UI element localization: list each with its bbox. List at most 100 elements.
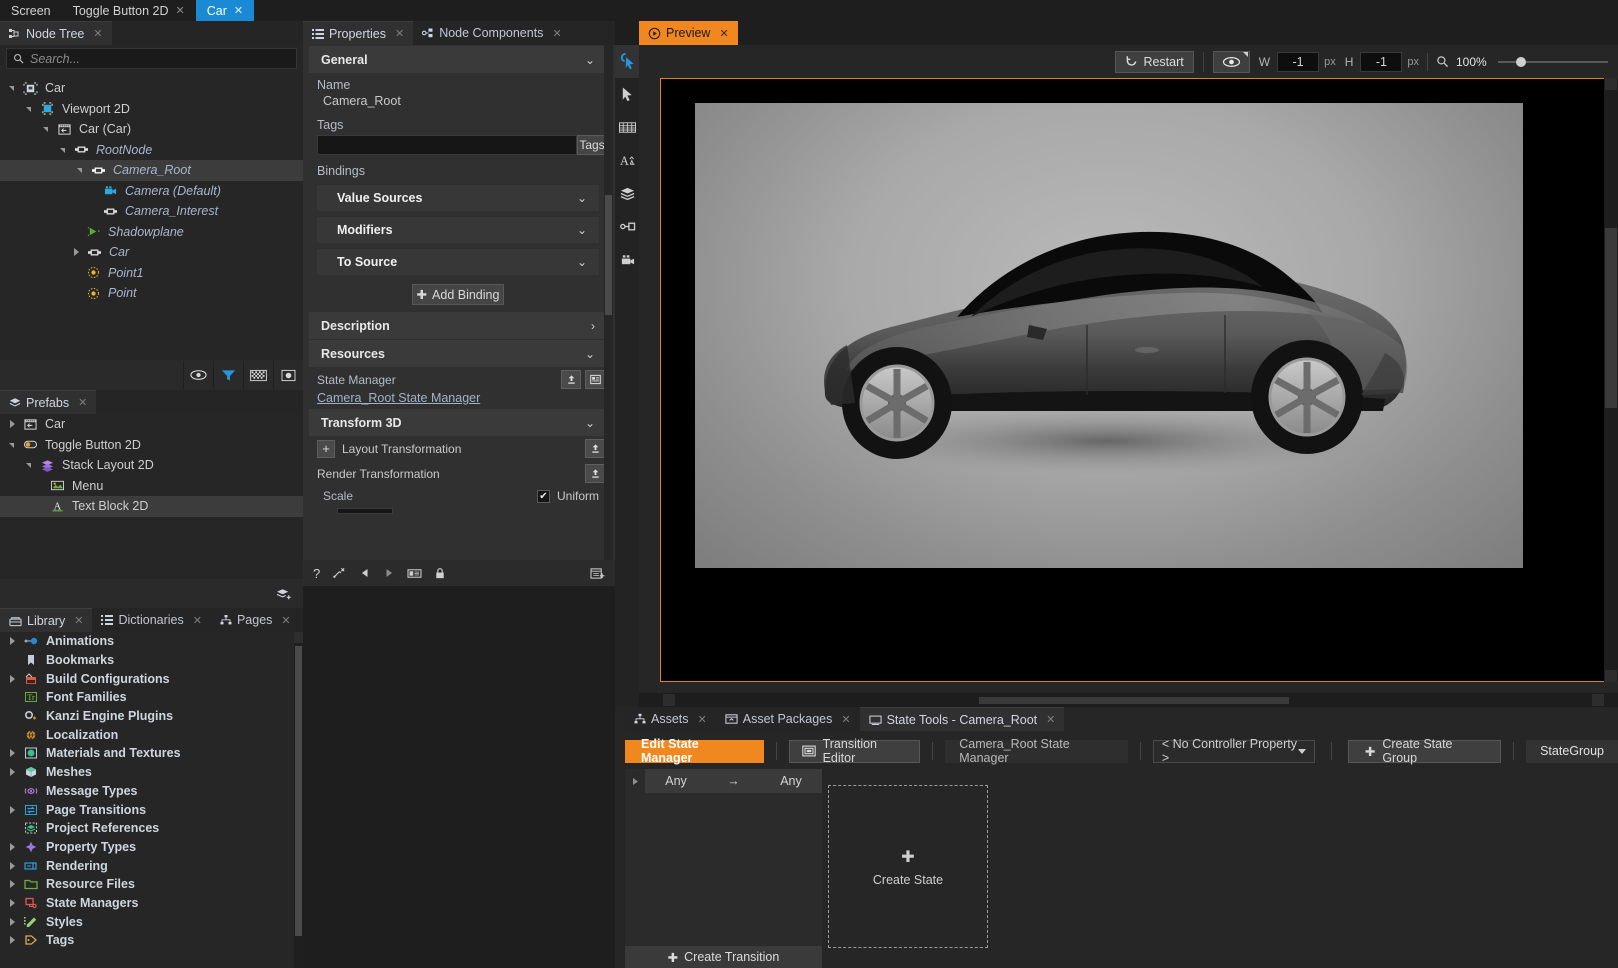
tree-row[interactable]: Point <box>0 283 303 304</box>
tab-assets[interactable]: Assets ✕ <box>625 707 716 731</box>
section-description[interactable]: Description › <box>309 312 607 339</box>
height-input[interactable]: -1 <box>1360 52 1402 72</box>
tab-state-tools[interactable]: State Tools - Camera_Root ✕ <box>860 707 1065 731</box>
tree-row[interactable]: Car <box>0 78 303 99</box>
node-graph-icon[interactable] <box>615 210 639 243</box>
close-icon[interactable]: ✕ <box>552 27 561 40</box>
tab-pages[interactable]: Pages ✕ <box>211 608 300 632</box>
state-group-tab[interactable]: StateGroup <box>1526 740 1618 763</box>
transition-any-to-any[interactable]: Any → Any <box>645 769 822 793</box>
width-input[interactable]: -1 <box>1277 52 1319 72</box>
close-icon[interactable]: ✕ <box>93 27 102 40</box>
edit-resource-icon[interactable] <box>585 370 605 389</box>
prev-icon[interactable] <box>359 567 371 579</box>
library-item-property-types[interactable]: Property Types <box>0 838 295 857</box>
name-value[interactable]: Camera_Root <box>309 93 607 113</box>
chevron-down-icon[interactable]: ⌄ <box>585 53 595 67</box>
tree-row[interactable]: Camera_Interest <box>0 201 303 222</box>
chevron-right-icon[interactable] <box>8 636 18 646</box>
tab-node-tree[interactable]: Node Tree ✕ <box>0 21 112 45</box>
transition-row[interactable]: Any → Any <box>625 769 822 793</box>
scroll-up-arrow[interactable] <box>294 632 303 643</box>
grid-layout-icon[interactable] <box>615 111 639 144</box>
attach-icon[interactable] <box>407 567 422 580</box>
camera-tool-icon[interactable] <box>615 243 639 276</box>
chevron-down-icon[interactable] <box>59 145 69 155</box>
chevron-down-icon[interactable]: ⌄ <box>585 347 595 361</box>
tree-row[interactable]: Shadowplane <box>0 222 303 243</box>
tree-row[interactable]: Car (Car) <box>0 119 303 140</box>
library-item-animations[interactable]: Animations <box>0 632 295 651</box>
tags-input[interactable] <box>317 135 577 155</box>
library-item-message-types[interactable]: Message Types <box>0 782 295 801</box>
slider-knob[interactable] <box>1516 57 1526 67</box>
chevron-down-icon[interactable]: ⌄ <box>577 255 587 269</box>
chevron-down-icon[interactable] <box>76 165 86 175</box>
close-icon[interactable]: ✕ <box>1046 713 1055 726</box>
chevron-right-icon[interactable] <box>8 917 18 927</box>
overlay-icon[interactable] <box>273 361 303 389</box>
binding-group-to-source[interactable]: To Source ⌄ <box>317 249 599 275</box>
tree-row[interactable]: Point1 <box>0 263 303 284</box>
tab-prefabs[interactable]: Prefabs ✕ <box>0 390 96 414</box>
chevron-down-icon[interactable] <box>25 460 35 470</box>
chevron-down-icon[interactable] <box>8 440 18 450</box>
library-item-page-transitions[interactable]: Page Transitions <box>0 800 295 819</box>
prefab-row[interactable]: Toggle Button 2D <box>0 435 303 456</box>
add-layout-transformation-button[interactable]: + <box>317 440 335 458</box>
close-icon[interactable]: ✕ <box>193 614 202 627</box>
state-manager-link[interactable]: Camera_Root State Manager <box>309 389 607 408</box>
chevron-right-icon[interactable] <box>8 842 18 852</box>
tab-dictionaries[interactable]: Dictionaries ✕ <box>92 608 211 632</box>
document-tab-screen[interactable]: Screen <box>0 0 62 21</box>
scroll-thumb[interactable] <box>605 195 612 315</box>
zoom-slider[interactable] <box>1498 55 1608 69</box>
chevron-down-icon[interactable]: ⌄ <box>585 416 595 430</box>
zoom-value[interactable]: 100% <box>1456 55 1490 69</box>
lock-icon[interactable] <box>434 567 446 580</box>
upload-icon[interactable] <box>561 370 581 389</box>
search-input[interactable]: Search... <box>6 48 297 69</box>
chevron-right-icon[interactable] <box>8 674 18 684</box>
chevron-right-icon[interactable] <box>72 247 82 257</box>
library-item-materials-and-textures[interactable]: Materials and Textures <box>0 744 295 763</box>
transition-editor-button[interactable]: Transition Editor <box>789 740 921 763</box>
preview-stage[interactable] <box>660 78 1606 682</box>
library-item-state-managers[interactable]: State Managers <box>0 894 295 913</box>
state-manager-name[interactable]: Camera_Root State Manager <box>945 740 1128 763</box>
next-icon[interactable] <box>383 567 395 579</box>
chevron-right-icon[interactable] <box>8 767 18 777</box>
preview-render-viewport[interactable] <box>695 103 1523 568</box>
create-transition-button[interactable]: ✚ Create Transition <box>625 946 822 968</box>
prefab-row-text-block-2d[interactable]: A Text Block 2D <box>0 496 303 517</box>
layers-icon[interactable] <box>615 177 639 210</box>
scroll-thumb[interactable] <box>1605 228 1617 408</box>
chevron-right-icon[interactable]: › <box>591 319 595 333</box>
section-transform-3d[interactable]: Transform 3D ⌄ <box>309 409 607 436</box>
library-item-localization[interactable]: Localization <box>0 725 295 744</box>
add-binding-button[interactable]: ✚ Add Binding <box>412 284 504 305</box>
document-tab-car[interactable]: Car ✕ <box>196 0 254 21</box>
tab-node-components[interactable]: Node Components ✕ <box>413 21 570 45</box>
close-icon[interactable]: ✕ <box>74 614 83 627</box>
library-scrollbar[interactable] <box>294 632 303 968</box>
preview-visibility-toggle[interactable] <box>1213 51 1250 73</box>
chevron-down-icon[interactable] <box>1298 749 1306 754</box>
tree-row[interactable]: RootNode <box>0 140 303 161</box>
upload-icon[interactable] <box>585 439 605 458</box>
library-item-meshes[interactable]: Meshes <box>0 763 295 782</box>
reset-icon[interactable] <box>332 567 347 580</box>
tree-row-camera-root[interactable]: Camera_Root <box>0 160 303 181</box>
tab-preview[interactable]: Preview ✕ <box>639 21 738 45</box>
filter-icon[interactable] <box>213 361 243 389</box>
scroll-thumb[interactable] <box>295 646 302 936</box>
document-tab-toggle-button-2d[interactable]: Toggle Button 2D ✕ <box>62 0 196 21</box>
scroll-right-arrow[interactable] <box>1592 694 1604 706</box>
pointer-select-icon[interactable] <box>615 45 639 78</box>
tags-button[interactable]: Tags <box>577 135 607 155</box>
uniform-checkbox[interactable]: ✔ <box>537 490 550 503</box>
prefab-row[interactable]: Stack Layout 2D <box>0 455 303 476</box>
scroll-up-arrow[interactable] <box>1605 78 1617 90</box>
tab-properties[interactable]: Properties ✕ <box>303 21 413 45</box>
scale-x-field[interactable] <box>337 508 393 514</box>
